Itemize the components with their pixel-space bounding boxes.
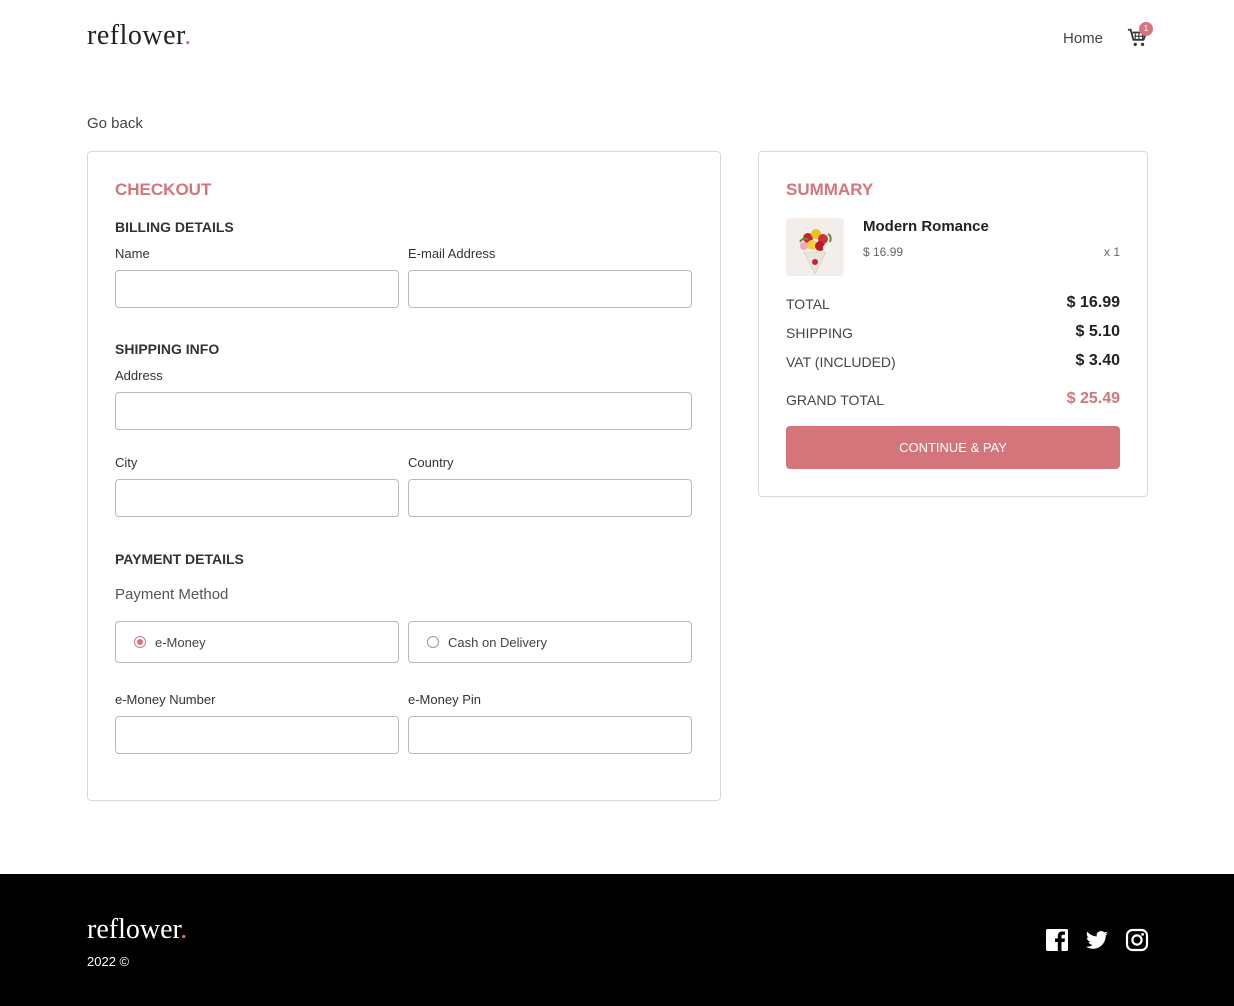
footer-logo[interactable]: reflower. <box>87 914 187 946</box>
bouquet-icon <box>786 218 844 276</box>
shipping-section-title: SHIPPING INFO <box>115 341 220 357</box>
emoney-number-label: e-Money Number <box>115 692 216 707</box>
grand-total-value: $ 25.49 <box>1066 390 1120 407</box>
product-price: $ 16.99 <box>863 245 904 259</box>
summary-title: SUMMARY <box>786 180 874 199</box>
vat-label: VAT (INCLUDED) <box>786 354 896 370</box>
emoney-pin-field[interactable] <box>408 716 692 754</box>
country-label: Country <box>408 455 454 470</box>
order-summary: SUMMARY Modern Romance $ 16.99 x 1 TOTAL… <box>758 151 1148 497</box>
address-field[interactable] <box>115 392 692 430</box>
country-field[interactable] <box>408 479 692 517</box>
logo[interactable]: reflower. <box>87 20 192 52</box>
product-name: Modern Romance <box>863 218 989 235</box>
facebook-icon[interactable] <box>1045 928 1069 952</box>
address-label: Address <box>115 368 163 383</box>
payment-method-label: Payment Method <box>115 586 229 603</box>
shipping-label: SHIPPING <box>786 325 853 341</box>
site-footer: reflower. 2022 © <box>0 874 1234 1006</box>
product-quantity: x 1 <box>1103 245 1120 259</box>
go-back-link[interactable]: Go back <box>87 115 143 132</box>
emoney-pin-label: e-Money Pin <box>408 692 481 707</box>
checkout-form: CHECKOUT BILLING DETAILS Name E-mail Add… <box>87 151 721 801</box>
billing-section-title: BILLING DETAILS <box>115 219 234 235</box>
checkout-title: CHECKOUT <box>115 180 212 199</box>
name-field[interactable] <box>115 270 399 308</box>
emoney-number-field[interactable] <box>115 716 399 754</box>
continue-pay-button[interactable]: CONTINUE & PAY <box>786 426 1120 469</box>
payment-option-emoney[interactable]: e-Money <box>115 621 399 663</box>
site-header: reflower. Home 1 <box>0 0 1234 80</box>
total-label: TOTAL <box>786 296 830 312</box>
payment-section-title: PAYMENT DETAILS <box>115 551 244 567</box>
copyright: 2022 © <box>87 954 130 969</box>
twitter-icon[interactable] <box>1085 928 1109 952</box>
total-value: $ 16.99 <box>1066 294 1120 311</box>
vat-value: $ 3.40 <box>1075 352 1120 369</box>
instagram-icon[interactable] <box>1125 928 1149 952</box>
payment-option-label: e-Money <box>155 634 206 650</box>
grand-total-label: GRAND TOTAL <box>786 392 885 408</box>
city-field[interactable] <box>115 479 399 517</box>
radio-unselected-icon <box>427 636 439 648</box>
nav-home-link[interactable]: Home <box>1063 30 1103 47</box>
shipping-value: $ 5.10 <box>1075 323 1120 340</box>
cart-count-badge: 1 <box>1139 22 1153 36</box>
payment-option-label: Cash on Delivery <box>448 634 547 650</box>
email-label: E-mail Address <box>408 246 496 261</box>
radio-selected-icon <box>134 636 146 648</box>
email-field[interactable] <box>408 270 692 308</box>
name-label: Name <box>115 246 150 261</box>
city-label: City <box>115 455 138 470</box>
payment-option-cod[interactable]: Cash on Delivery <box>408 621 692 663</box>
product-image <box>786 218 844 276</box>
